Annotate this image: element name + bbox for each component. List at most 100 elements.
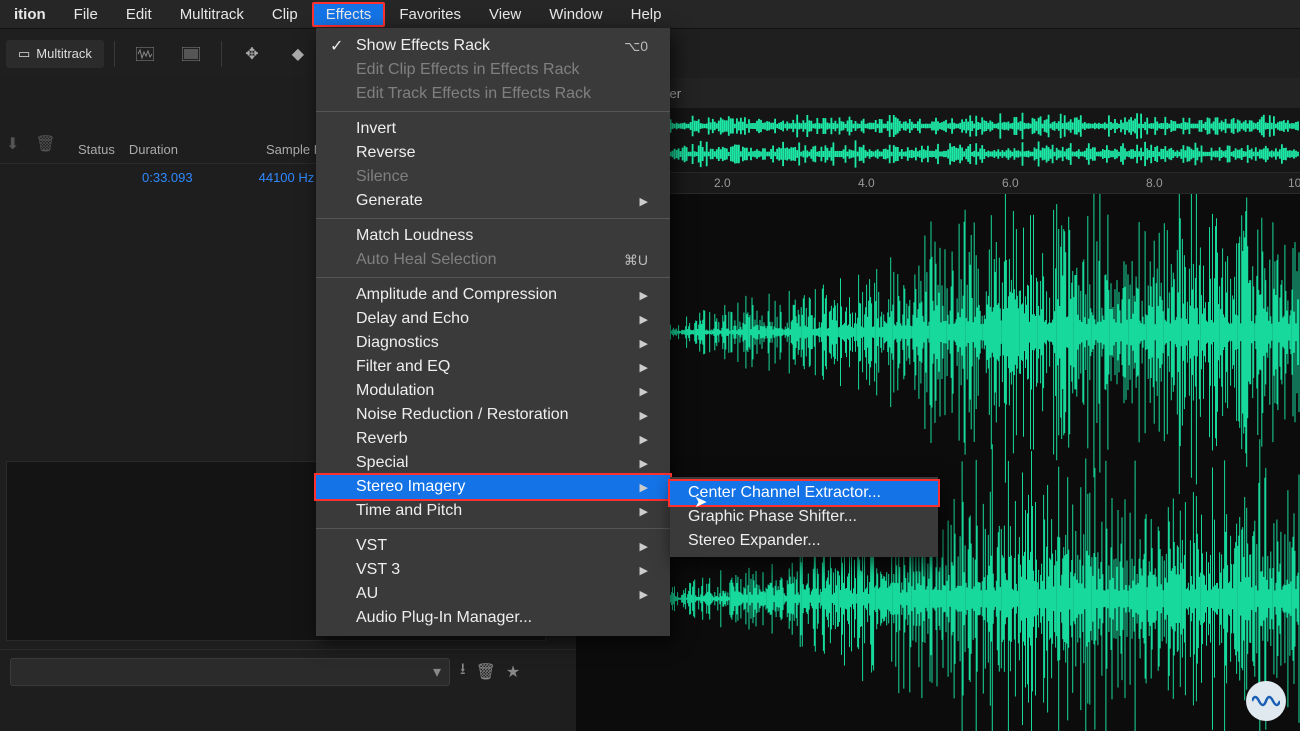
editor-tabs: av ≡ Mixer — [576, 78, 1300, 108]
submenu-arrow-icon: ▶ — [640, 337, 648, 350]
stereo-imagery-submenu: Center Channel Extractor...Graphic Phase… — [670, 477, 938, 557]
star-icon[interactable]: ★ — [506, 662, 520, 682]
menuitem-label: Invert — [356, 120, 396, 138]
submenuitem-stereo-expander[interactable]: Stereo Expander... — [670, 529, 938, 553]
panel-icons: ⬇ 🗑 — [6, 134, 56, 154]
menuitem-label: Auto Heal Selection — [356, 251, 497, 269]
download-icon[interactable]: ⬇ — [6, 134, 19, 154]
menuitem-label: Edit Clip Effects in Effects Rack — [356, 61, 580, 79]
menuitem-label: Amplitude and Compression — [356, 286, 557, 304]
file-samplerate-value: 44100 Hz — [259, 170, 315, 185]
menuitem-label: Audio Plug-In Manager... — [356, 609, 532, 627]
submenu-arrow-icon: ▶ — [640, 313, 648, 326]
trash-icon[interactable]: 🗑 — [35, 134, 55, 154]
menu-edit[interactable]: Edit — [112, 2, 166, 27]
menuitem-label: Reverse — [356, 144, 416, 162]
check-icon: ✓ — [330, 36, 343, 56]
menu-multitrack[interactable]: Multitrack — [166, 2, 258, 27]
menuitem-label: Delay and Echo — [356, 310, 469, 328]
menuitem-diagnostics[interactable]: Diagnostics ▶ — [316, 331, 670, 355]
menuitem-vst-3[interactable]: VST 3▶ — [316, 558, 670, 582]
menubar: ition FileEditMultitrackClipEffectsFavor… — [0, 0, 1300, 28]
menuitem-stereo-imagery[interactable]: Stereo Imagery▶ — [316, 475, 670, 499]
menu-view[interactable]: View — [475, 2, 535, 27]
menu-divider — [316, 528, 670, 529]
menu-window[interactable]: Window — [535, 2, 616, 27]
ruler-tick: 10.0 — [1288, 176, 1300, 190]
submenu-arrow-icon: ▶ — [640, 361, 648, 374]
submenu-arrow-icon: ▶ — [640, 409, 648, 422]
separator — [114, 41, 115, 67]
menuitem-label: Special — [356, 454, 408, 472]
menuitem-au[interactable]: AU▶ — [316, 582, 670, 606]
razor-tool-icon[interactable]: ◆ — [278, 35, 318, 73]
file-duration-value: 0:33.093 — [142, 170, 193, 185]
submenu-arrow-icon: ▶ — [640, 540, 648, 553]
column-duration[interactable]: Duration — [129, 142, 178, 157]
menuitem-vst[interactable]: VST ▶ — [316, 534, 670, 558]
menu-file[interactable]: File — [60, 2, 112, 27]
menuitem-special[interactable]: Special ▶ — [316, 451, 670, 475]
menuitem-audio-plug-in-manager[interactable]: Audio Plug-In Manager... — [316, 606, 670, 630]
ruler-tick: 2.0 — [714, 176, 731, 190]
menuitem-label: Match Loudness — [356, 227, 473, 245]
menu-clip[interactable]: Clip — [258, 2, 312, 27]
time-ruler[interactable]: 2.0 4.0 6.0 8.0 10.0 — [576, 172, 1300, 194]
submenu-arrow-icon: ▶ — [640, 457, 648, 470]
menu-help[interactable]: Help — [617, 2, 676, 27]
menuitem-invert[interactable]: Invert — [316, 117, 670, 141]
download-icon[interactable]: ⭳ — [460, 658, 466, 685]
menuitem-generate[interactable]: Generate ▶ — [316, 189, 670, 213]
menu-favorites[interactable]: Favorites — [385, 2, 475, 27]
menuitem-reverb[interactable]: Reverb▶ — [316, 427, 670, 451]
submenu-arrow-icon: ▶ — [640, 195, 648, 208]
waveform-display-icon[interactable] — [125, 35, 165, 73]
submenu-arrow-icon: ▶ — [640, 385, 648, 398]
effects-menu: ✓Show Effects Rack⌥0 Edit Clip Effects in… — [316, 28, 670, 636]
menu-effects[interactable]: Effects — [312, 2, 386, 27]
menuitem-amplitude-and-compression[interactable]: Amplitude and Compression ▶ — [316, 283, 670, 307]
menuitem-label: Diagnostics — [356, 334, 439, 352]
menuitem-show-effects-rack[interactable]: ✓Show Effects Rack⌥0 — [316, 34, 670, 58]
watermark-badge — [1246, 681, 1286, 721]
menuitem-label: Noise Reduction / Restoration — [356, 406, 569, 424]
menuitem-label: VST — [356, 537, 387, 555]
menuitem-label: Stereo Imagery — [356, 478, 465, 496]
menuitem-label: Generate — [356, 192, 423, 210]
submenu-arrow-icon: ▶ — [640, 289, 648, 302]
menuitem-filter-and-eq[interactable]: Filter and EQ ▶ — [316, 355, 670, 379]
ruler-tick: 8.0 — [1146, 176, 1163, 190]
preset-combo[interactable]: ▾ — [10, 658, 450, 686]
submenuitem-graphic-phase-shifter[interactable]: Graphic Phase Shifter... — [670, 505, 938, 529]
trash-icon[interactable]: 🗑 — [476, 662, 496, 682]
shortcut-label: ⌥0 — [624, 38, 648, 55]
multitrack-button[interactable]: ▭ Multitrack — [6, 40, 104, 68]
menuitem-label: Edit Track Effects in Effects Rack — [356, 85, 591, 103]
menuitem-edit-track-effects-in-effects-rack: Edit Track Effects in Effects Rack — [316, 82, 670, 106]
menuitem-time-and-pitch[interactable]: Time and Pitch▶ — [316, 499, 670, 523]
menuitem-label: Filter and EQ — [356, 358, 450, 376]
waveform-main[interactable] — [576, 194, 1300, 731]
menuitem-reverse[interactable]: Reverse — [316, 141, 670, 165]
menuitem-noise-reduction-restoration[interactable]: Noise Reduction / Restoration ▶ — [316, 403, 670, 427]
submenu-arrow-icon: ▶ — [640, 564, 648, 577]
waveform-overview[interactable] — [576, 108, 1300, 172]
menuitem-silence: Silence — [316, 165, 670, 189]
submenuitem-center-channel-extractor[interactable]: Center Channel Extractor... — [670, 481, 938, 505]
menuitem-label: Modulation — [356, 382, 434, 400]
separator — [221, 41, 222, 67]
menuitem-match-loudness[interactable]: Match Loudness — [316, 224, 670, 248]
files-footer: ▾ ⭳ 🗑 ★ — [0, 649, 576, 693]
spectral-display-icon[interactable] — [171, 35, 211, 73]
multitrack-icon: ▭ — [18, 46, 30, 62]
menuitem-modulation[interactable]: Modulation ▶ — [316, 379, 670, 403]
ruler-tick: 4.0 — [858, 176, 875, 190]
submenu-arrow-icon: ▶ — [640, 588, 648, 601]
move-tool-icon[interactable]: ✥ — [232, 35, 272, 73]
menu-divider — [316, 218, 670, 219]
menuitem-delay-and-echo[interactable]: Delay and Echo ▶ — [316, 307, 670, 331]
column-status[interactable]: Status — [78, 142, 115, 157]
ruler-tick: 6.0 — [1002, 176, 1019, 190]
menuitem-edit-clip-effects-in-effects-rack: Edit Clip Effects in Effects Rack — [316, 58, 670, 82]
menuitem-auto-heal-selection: Auto Heal Selection⌘U — [316, 248, 670, 272]
